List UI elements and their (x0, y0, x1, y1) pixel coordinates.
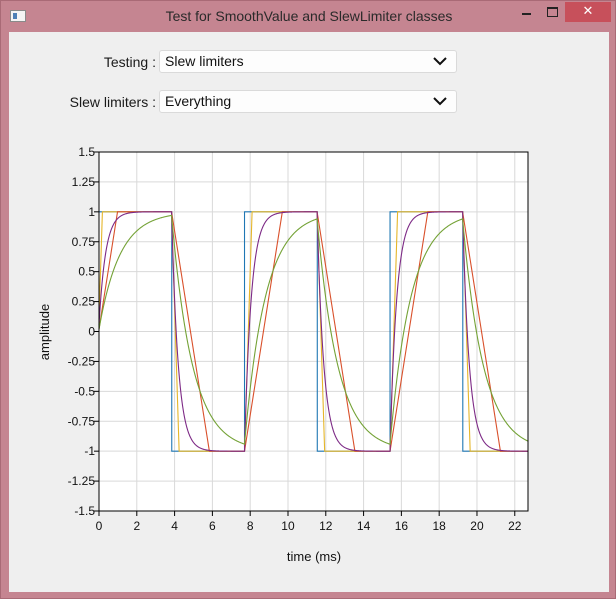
y-tick-label: 1.25 (72, 175, 96, 189)
title-bar[interactable]: Test for SmoothValue and SlewLimiter cla… (1, 1, 616, 32)
close-button[interactable]: ✕ (565, 2, 611, 22)
y-tick-label: 0.25 (72, 295, 96, 309)
x-tick-label: 6 (209, 519, 216, 533)
maximize-icon (547, 7, 558, 17)
y-tick-label: -0.75 (68, 414, 96, 428)
x-tick-label: 8 (247, 519, 254, 533)
chart: time (ms) amplitude 0 2 4 6 8 10 12 14 16 18 20 22 1… (9, 32, 609, 592)
y-tick-label: -0.5 (74, 384, 95, 398)
y-tick-label: 0 (88, 325, 95, 339)
maximize-button[interactable] (539, 2, 565, 22)
x-tick-label: 14 (357, 519, 371, 533)
x-tick-label: 22 (508, 519, 522, 533)
y-tick-label: -1.5 (74, 504, 95, 518)
x-tick-label: 10 (281, 519, 295, 533)
y-tick-label: -0.25 (68, 354, 96, 368)
x-tick-label: 16 (395, 519, 409, 533)
close-icon: ✕ (582, 4, 594, 19)
x-axis-title: time (ms) (287, 549, 341, 564)
x-tick-label: 12 (319, 519, 333, 533)
app-window: Test for SmoothValue and SlewLimiter cla… (0, 0, 616, 599)
y-tick-label: 0.75 (72, 235, 96, 249)
x-tick-label: 4 (171, 519, 178, 533)
y-tick-label: 0.5 (78, 265, 95, 279)
x-tick-label: 18 (432, 519, 446, 533)
client-area: Testing : Slew limiters Slew limiters : … (9, 32, 609, 592)
y-tick-label: -1 (84, 444, 95, 458)
x-tick-label: 2 (133, 519, 140, 533)
y-tick-label: 1 (88, 205, 95, 219)
y-axis-title: amplitude (37, 304, 52, 360)
minimize-icon (522, 13, 531, 15)
chart-svg: time (ms) amplitude 0 2 4 6 8 10 12 14 16 18 20 221… (37, 145, 529, 564)
x-tick-label: 0 (96, 519, 103, 533)
y-tick-label: 1.5 (78, 145, 95, 159)
minimize-button[interactable] (513, 2, 539, 22)
x-tick-label: 20 (470, 519, 484, 533)
y-tick-label: -1.25 (68, 474, 96, 488)
